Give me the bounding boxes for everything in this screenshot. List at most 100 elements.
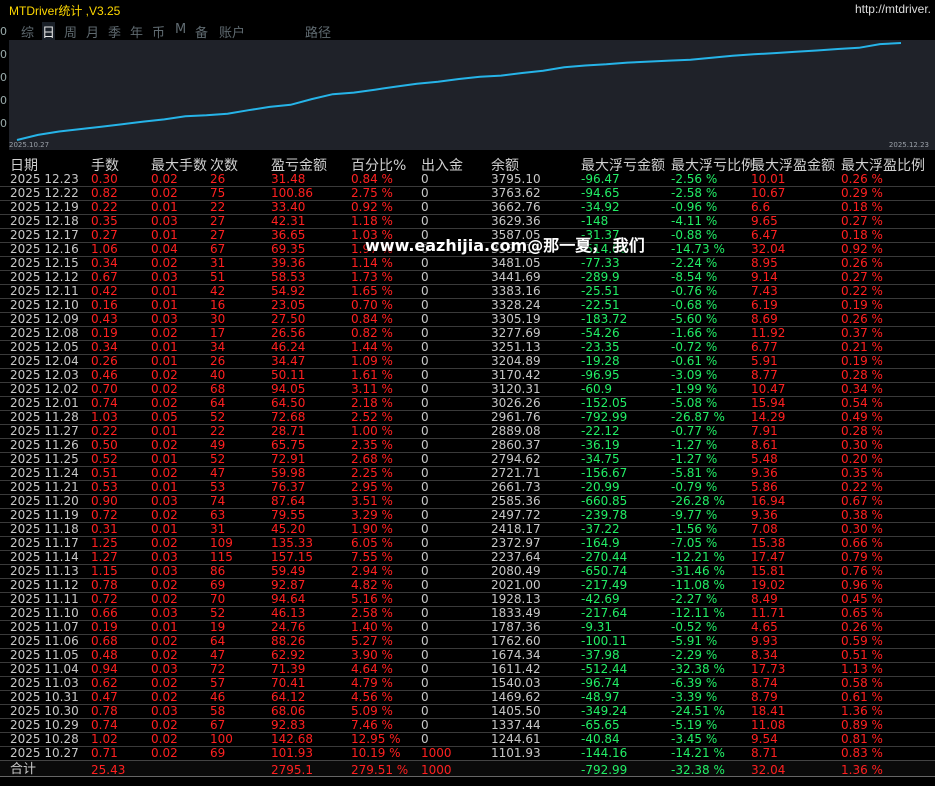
table-row[interactable]: 2025 12.18 0.35 0.03 27 42.31 1.18 % 0 3629.36 -… bbox=[0, 214, 935, 229]
cell-max-float-loss: -25.51 bbox=[581, 284, 620, 298]
cell-max-float-profit: 19.02 bbox=[751, 578, 786, 592]
cell-max-float-loss: -94.65 bbox=[581, 186, 620, 200]
table-row[interactable]: 2025 12.05 0.34 0.01 34 46.24 1.44 % 0 3251.13 -… bbox=[0, 340, 935, 355]
table-row[interactable]: 2025 11.12 0.78 0.02 69 92.87 4.82 % 0 2021.00 -… bbox=[0, 578, 935, 593]
cell-max-float-profit: 9.36 bbox=[751, 508, 778, 522]
cell-max-lots: 0.02 bbox=[151, 676, 178, 690]
cell-max-float-loss-pct: -32.38 % bbox=[671, 662, 725, 676]
table-row[interactable]: 2025 10.28 1.02 0.02 100 142.68 12.95 % 0 1244.… bbox=[0, 732, 935, 747]
app-url-link[interactable]: http://mtdriver. bbox=[855, 2, 931, 16]
tab-10[interactable]: 路径 bbox=[305, 22, 331, 41]
cell-max-float-profit: 15.81 bbox=[751, 564, 786, 578]
table-row[interactable]: 2025 11.05 0.48 0.02 47 62.92 3.90 % 0 1674.34 -… bbox=[0, 648, 935, 663]
cell-max-float-profit-pct: 0.54 % bbox=[841, 396, 883, 410]
table-row[interactable]: 2025 12.02 0.70 0.02 68 94.05 3.11 % 0 3120.31 -… bbox=[0, 382, 935, 397]
table-row[interactable]: 2025 12.10 0.16 0.01 16 23.05 0.70 % 0 3328.24 -… bbox=[0, 298, 935, 313]
cell-max-float-profit-pct: 0.66 % bbox=[841, 536, 883, 550]
table-row[interactable]: 2025 12.15 0.34 0.02 31 39.36 1.14 % 0 3481.05 -… bbox=[0, 256, 935, 271]
cell-lots: 0.22 bbox=[91, 200, 118, 214]
cell-pct: 4.79 % bbox=[351, 676, 393, 690]
tab-4[interactable]: 季 bbox=[108, 22, 121, 41]
tab-3[interactable]: 月 bbox=[86, 22, 99, 41]
cell-date: 2025 12.05 bbox=[10, 340, 79, 354]
table-row[interactable]: 2025 12.01 0.74 0.02 64 64.50 2.18 % 0 3026.26 -… bbox=[0, 396, 935, 411]
cell-pct: 4.56 % bbox=[351, 690, 393, 704]
table-row[interactable]: 2025 11.07 0.19 0.01 19 24.76 1.40 % 0 1787.36 -… bbox=[0, 620, 935, 635]
table-row[interactable]: 2025 12.23 0.30 0.02 26 31.48 0.84 % 0 3795.10 -… bbox=[0, 172, 935, 187]
cell-max-lots: 0.03 bbox=[151, 550, 178, 564]
cell-lots: 0.51 bbox=[91, 466, 118, 480]
cell-date: 2025 12.18 bbox=[10, 214, 79, 228]
table-row[interactable]: 2025 10.29 0.74 0.02 67 92.83 7.46 % 0 1337.44 -… bbox=[0, 718, 935, 733]
cell-pnl: 92.83 bbox=[271, 718, 306, 732]
cell-max-float-profit-pct: 1.13 % bbox=[841, 662, 883, 676]
table-row[interactable]: 2025 12.11 0.42 0.01 42 54.92 1.65 % 0 3383.16 -… bbox=[0, 284, 935, 299]
table-row[interactable]: 2025 11.19 0.72 0.02 63 79.55 3.29 % 0 2497.72 -… bbox=[0, 508, 935, 523]
cell-max-float-loss-pct: -1.27 % bbox=[671, 438, 718, 452]
tab-1[interactable]: 日 bbox=[42, 22, 56, 41]
cell-pct: 0.84 % bbox=[351, 312, 393, 326]
cell-max-float-loss: -34.92 bbox=[581, 200, 620, 214]
table-row[interactable]: 2025 10.27 0.71 0.02 69 101.93 10.19 % 1000 110… bbox=[0, 746, 935, 761]
table-row[interactable]: 2025 11.06 0.68 0.02 64 88.26 5.27 % 0 1762.60 -… bbox=[0, 634, 935, 649]
tab-2[interactable]: 周 bbox=[64, 22, 77, 41]
table-row[interactable]: 2025 12.08 0.19 0.02 17 26.56 0.82 % 0 3277.69 -… bbox=[0, 326, 935, 341]
cell-pct: 5.09 % bbox=[351, 704, 393, 718]
tab-9[interactable]: 账户 bbox=[219, 22, 245, 41]
cell-max-float-profit-pct: 0.18 % bbox=[841, 228, 883, 242]
table-row[interactable]: 2025 11.24 0.51 0.02 47 59.98 2.25 % 0 2721.71 -… bbox=[0, 466, 935, 481]
cell-count: 64 bbox=[210, 396, 226, 410]
table-row[interactable]: 2025 12.09 0.43 0.03 30 27.50 0.84 % 0 3305.19 -… bbox=[0, 312, 935, 327]
table-row[interactable]: 2025 12.12 0.67 0.03 51 58.53 1.73 % 0 3441.69 -… bbox=[0, 270, 935, 285]
tab-0[interactable]: 综 bbox=[21, 22, 34, 41]
cell-max-float-profit-pct: 0.67 % bbox=[841, 494, 883, 508]
cell-max-lots: 0.02 bbox=[151, 508, 178, 522]
cell-balance: 1674.34 bbox=[491, 648, 541, 662]
cell-max-float-profit: 7.91 bbox=[751, 424, 778, 438]
table-row[interactable]: 2025 11.26 0.50 0.02 49 65.75 2.35 % 0 2860.37 -… bbox=[0, 438, 935, 453]
cell-max-float-profit-pct: 0.28 % bbox=[841, 424, 883, 438]
table-row[interactable]: 2025 12.19 0.22 0.01 22 33.40 0.92 % 0 3662.76 -… bbox=[0, 200, 935, 215]
cell-count: 49 bbox=[210, 438, 226, 452]
cell-max-float-profit: 11.92 bbox=[751, 326, 786, 340]
tab-6[interactable]: 币 bbox=[152, 22, 165, 41]
table-row[interactable]: 2025 12.03 0.46 0.02 40 50.11 1.61 % 0 3170.42 -… bbox=[0, 368, 935, 383]
cell-count: 52 bbox=[210, 410, 226, 424]
table-row[interactable]: 2025 11.20 0.90 0.03 74 87.64 3.51 % 0 2585.36 -… bbox=[0, 494, 935, 509]
table-row[interactable]: 2025 12.22 0.82 0.02 75 100.86 2.75 % 0 3763.62… bbox=[0, 186, 935, 201]
cell-lots: 0.78 bbox=[91, 578, 118, 592]
table-row[interactable]: 2025 11.03 0.62 0.02 57 70.41 4.79 % 0 1540.03 -… bbox=[0, 676, 935, 691]
cell-max-float-profit-pct: 0.34 % bbox=[841, 382, 883, 396]
cell-max-float-loss: -152.05 bbox=[581, 396, 628, 410]
tab-5[interactable]: 年 bbox=[130, 22, 143, 41]
table-row[interactable]: 2025 11.27 0.22 0.01 22 28.71 1.00 % 0 2889.08 -… bbox=[0, 424, 935, 439]
table-row[interactable]: 2025 11.25 0.52 0.01 52 72.91 2.68 % 0 2794.62 -… bbox=[0, 452, 935, 467]
table-row[interactable]: 2025 11.11 0.72 0.02 70 94.64 5.16 % 0 1928.13 -… bbox=[0, 592, 935, 607]
cell-balance: 3662.76 bbox=[491, 200, 541, 214]
cell-date: 2025 10.30 bbox=[10, 704, 79, 718]
cell-deposit: 0 bbox=[421, 186, 429, 200]
tab-8[interactable]: 备 bbox=[195, 22, 208, 41]
table-row[interactable]: 2025 11.13 1.15 0.03 86 59.49 2.94 % 0 2080.49 -… bbox=[0, 564, 935, 579]
cell-pnl: 72.91 bbox=[271, 452, 306, 466]
cell-balance: 1928.13 bbox=[491, 592, 541, 606]
cell-lots: 0.34 bbox=[91, 340, 118, 354]
left-axis-tick: 0 bbox=[0, 48, 7, 61]
table-row[interactable]: 2025 10.31 0.47 0.02 46 64.12 4.56 % 0 1469.62 -… bbox=[0, 690, 935, 705]
cell-max-float-loss: -270.44 bbox=[581, 550, 628, 564]
table-row[interactable]: 2025 11.14 1.27 0.03 115 157.15 7.55 % 0 2237.6… bbox=[0, 550, 935, 565]
cell-max-float-loss: -48.97 bbox=[581, 690, 620, 704]
cell-deposit: 0 bbox=[421, 704, 429, 718]
cell-deposit: 0 bbox=[421, 368, 429, 382]
table-row[interactable]: 2025 11.10 0.66 0.03 52 46.13 2.58 % 0 1833.49 -… bbox=[0, 606, 935, 621]
table-row[interactable]: 2025 11.21 0.53 0.01 53 76.37 2.95 % 0 2661.73 -… bbox=[0, 480, 935, 495]
table-row[interactable]: 2025 11.04 0.94 0.03 72 71.39 4.64 % 0 1611.42 -… bbox=[0, 662, 935, 677]
tab-7[interactable]: M bbox=[175, 22, 186, 37]
table-row[interactable]: 2025 10.30 0.78 0.03 58 68.06 5.09 % 0 1405.50 -… bbox=[0, 704, 935, 719]
table-row[interactable]: 2025 11.28 1.03 0.05 52 72.68 2.52 % 0 2961.76 -… bbox=[0, 410, 935, 425]
cell-max-float-profit-pct: 0.20 % bbox=[841, 452, 883, 466]
table-row[interactable]: 2025 11.17 1.25 0.02 109 135.33 6.05 % 0 2372.9… bbox=[0, 536, 935, 551]
cell-balance: 1337.44 bbox=[491, 718, 541, 732]
table-row[interactable]: 2025 12.04 0.26 0.01 26 34.47 1.09 % 0 3204.89 -… bbox=[0, 354, 935, 369]
table-row[interactable]: 2025 11.18 0.31 0.01 31 45.20 1.90 % 0 2418.17 -… bbox=[0, 522, 935, 537]
